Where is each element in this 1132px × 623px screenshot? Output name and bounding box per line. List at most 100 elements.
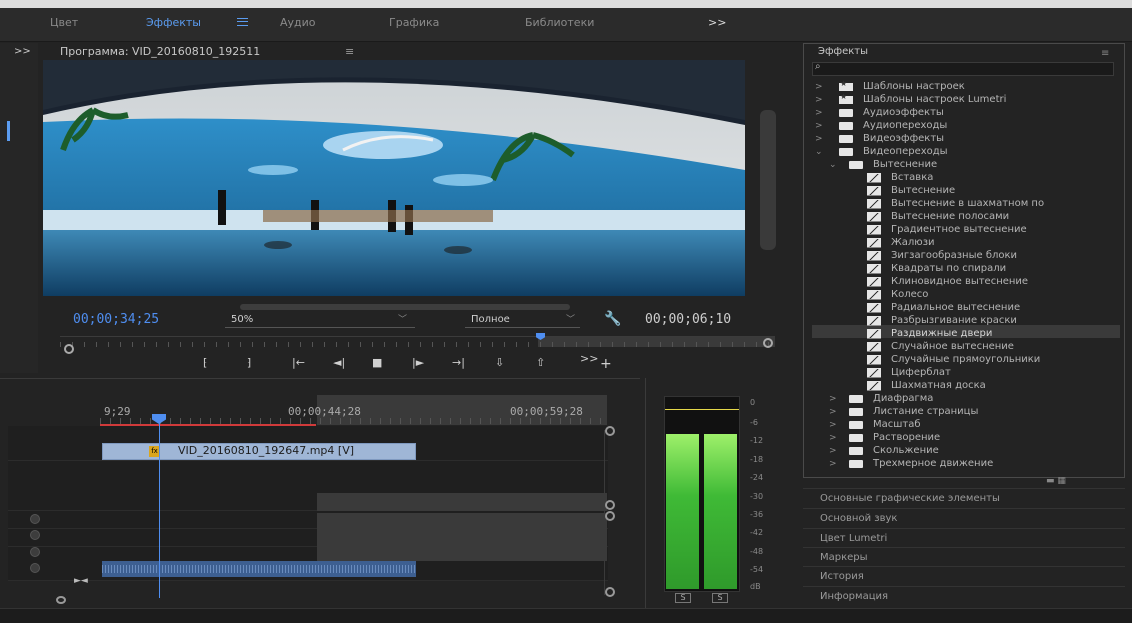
- program-monitor-scrollbar[interactable]: [760, 110, 776, 250]
- panel-essential-graphics[interactable]: Основные графические элементы: [803, 488, 1125, 508]
- stop-button[interactable]: ■: [372, 356, 382, 369]
- effects-tree-item[interactable]: Случайное вытеснение: [815, 340, 1120, 353]
- effects-tree-item[interactable]: > Трехмерное движение: [815, 457, 1120, 470]
- solo-left-button[interactable]: S: [675, 593, 691, 603]
- voiceover-record-icon[interactable]: [30, 563, 40, 573]
- lift-button[interactable]: ⇩: [495, 356, 504, 369]
- chevron-down-icon[interactable]: ⌄: [815, 147, 825, 157]
- effects-tree-item[interactable]: ⌄ Вытеснение: [815, 158, 1120, 171]
- effects-tree-item[interactable]: Циферблат: [815, 366, 1120, 379]
- db-label: dB: [750, 582, 761, 591]
- solo-right-button[interactable]: S: [712, 593, 728, 603]
- program-monitor-title[interactable]: Программа: VID_20160810_192511: [60, 45, 260, 58]
- left-expand-button[interactable]: >>: [14, 46, 31, 57]
- effects-tree-item[interactable]: Зигзагообразные блоки: [815, 249, 1120, 262]
- chevron-right-icon[interactable]: >: [829, 433, 839, 443]
- add-button[interactable]: +: [600, 356, 612, 372]
- effects-tree-item[interactable]: Вытеснение: [815, 184, 1120, 197]
- effects-tree-item[interactable]: Градиентное вытеснение: [815, 223, 1120, 236]
- zoom-select[interactable]: [225, 314, 415, 328]
- timeline-track-v2[interactable]: [8, 426, 608, 444]
- chevron-right-icon[interactable]: >: [815, 82, 825, 92]
- workspace-tab-graphics[interactable]: Графика: [389, 16, 439, 29]
- effects-search-input[interactable]: [812, 62, 1114, 76]
- effects-tree-item[interactable]: > Аудиопереходы: [815, 119, 1120, 132]
- panel-history[interactable]: История: [803, 566, 1125, 586]
- effects-tree-item[interactable]: > Видеоэффекты: [815, 132, 1120, 145]
- timeline-zoom-handle[interactable]: [56, 596, 66, 604]
- workspace-tab-libraries[interactable]: Библиотеки: [525, 16, 594, 29]
- button-editor-overflow[interactable]: >>: [580, 352, 598, 365]
- chevron-right-icon[interactable]: >: [829, 420, 839, 430]
- effects-tree-item[interactable]: Случайные прямоугольники: [815, 353, 1120, 366]
- effects-view-icons[interactable]: ▬ ▦: [1046, 476, 1066, 486]
- effects-tree-item[interactable]: Вытеснение в шахматном по: [815, 197, 1120, 210]
- program-video-frame[interactable]: [43, 60, 745, 296]
- voiceover-record-icon[interactable]: [30, 514, 40, 524]
- workspace-tab-audio[interactable]: Аудио: [280, 16, 316, 29]
- effects-tree-item[interactable]: > Аудиоэффекты: [815, 106, 1120, 119]
- program-zoom-scrollbar[interactable]: [240, 304, 570, 310]
- effects-tree-item[interactable]: Квадраты по спирали: [815, 262, 1120, 275]
- scroll-handle-bottom[interactable]: [605, 587, 615, 597]
- mark-in-button[interactable]: ⁅: [203, 356, 207, 369]
- effects-tree-item[interactable]: Клиновидное вытеснение: [815, 275, 1120, 288]
- program-menu-icon[interactable]: ≡: [345, 45, 354, 58]
- wrench-icon[interactable]: 🔧: [604, 311, 621, 327]
- effects-tree-item[interactable]: Вытеснение полосами: [815, 210, 1120, 223]
- chevron-right-icon[interactable]: >: [815, 95, 825, 105]
- workspace-tab-color[interactable]: Цвет: [50, 16, 78, 29]
- effects-tree-item[interactable]: ⌄ Видеопереходы: [815, 145, 1120, 158]
- scroll-handle-top[interactable]: [605, 426, 615, 436]
- effects-tree-item[interactable]: > Растворение: [815, 431, 1120, 444]
- effects-tree-item[interactable]: Радиальное вытеснение: [815, 301, 1120, 314]
- transition-icon: [867, 367, 881, 378]
- step-forward-button[interactable]: |►: [412, 356, 424, 369]
- chevron-right-icon[interactable]: >: [815, 108, 825, 118]
- mark-out-button[interactable]: ⁆: [247, 356, 251, 369]
- panel-info[interactable]: Информация: [803, 586, 1125, 606]
- step-back-button[interactable]: ◄|: [333, 356, 345, 369]
- effects-tree-item[interactable]: > Диафрагма: [815, 392, 1120, 405]
- chevron-right-icon[interactable]: >: [829, 459, 839, 469]
- audio-clip[interactable]: [102, 561, 416, 577]
- effects-tree-item[interactable]: > Шаблоны настроек Lumetri: [815, 92, 1120, 106]
- workspace-overflow-button[interactable]: >>: [708, 16, 726, 29]
- effects-tree-item-label: Видеоэффекты: [863, 133, 945, 144]
- chevron-right-icon[interactable]: >: [815, 134, 825, 144]
- workspace-menu-icon[interactable]: [237, 18, 248, 26]
- chevron-down-icon[interactable]: ⌄: [829, 160, 839, 170]
- extract-button[interactable]: ⇧: [536, 356, 545, 369]
- effects-tree-item[interactable]: Колесо: [815, 288, 1120, 301]
- effects-tree-item[interactable]: > Скольжение: [815, 444, 1120, 457]
- panel-lumetri-color[interactable]: Цвет Lumetri: [803, 528, 1125, 548]
- effects-tree-item[interactable]: > Масштаб: [815, 418, 1120, 431]
- effects-tree-item[interactable]: Шахматная доска: [815, 379, 1120, 392]
- voiceover-record-icon[interactable]: [30, 530, 40, 540]
- effects-tree-item[interactable]: Разбрызгивание краски: [815, 314, 1120, 327]
- effects-tree-item[interactable]: > Листание страницы: [815, 405, 1120, 418]
- panel-markers[interactable]: Маркеры: [803, 547, 1125, 567]
- effects-tree-item[interactable]: Вставка: [815, 171, 1120, 184]
- workspace-tab-effects[interactable]: Эффекты: [146, 16, 201, 29]
- chevron-right-icon[interactable]: >: [829, 446, 839, 456]
- scroll-handle-mid[interactable]: [605, 500, 615, 510]
- effects-tree-item[interactable]: Жалюзи: [815, 236, 1120, 249]
- timeline-nav-icon[interactable]: ►◄: [74, 576, 88, 586]
- zoom-handle-left[interactable]: [64, 344, 74, 354]
- go-to-out-button[interactable]: →|: [452, 356, 465, 369]
- go-to-in-button[interactable]: |←: [292, 356, 305, 369]
- scroll-handle-mid2[interactable]: [605, 511, 615, 521]
- chevron-right-icon[interactable]: >: [815, 121, 825, 131]
- program-time-ruler[interactable]: [60, 336, 775, 348]
- effects-tree-item[interactable]: > Шаблоны настроек: [815, 79, 1120, 93]
- chevron-right-icon[interactable]: >: [829, 407, 839, 417]
- effects-panel-menu-icon[interactable]: ≡: [1101, 48, 1109, 59]
- effects-tree-item-label: Шаблоны настроек: [863, 81, 965, 92]
- chevron-right-icon[interactable]: >: [829, 394, 839, 404]
- panel-essential-sound[interactable]: Основной звук: [803, 508, 1125, 528]
- effects-tree-item[interactable]: Раздвижные двери: [815, 327, 1120, 340]
- voiceover-record-icon[interactable]: [30, 547, 40, 557]
- zoom-handle-right[interactable]: [763, 338, 773, 348]
- playhead-timecode[interactable]: 00;00;34;25: [73, 312, 159, 327]
